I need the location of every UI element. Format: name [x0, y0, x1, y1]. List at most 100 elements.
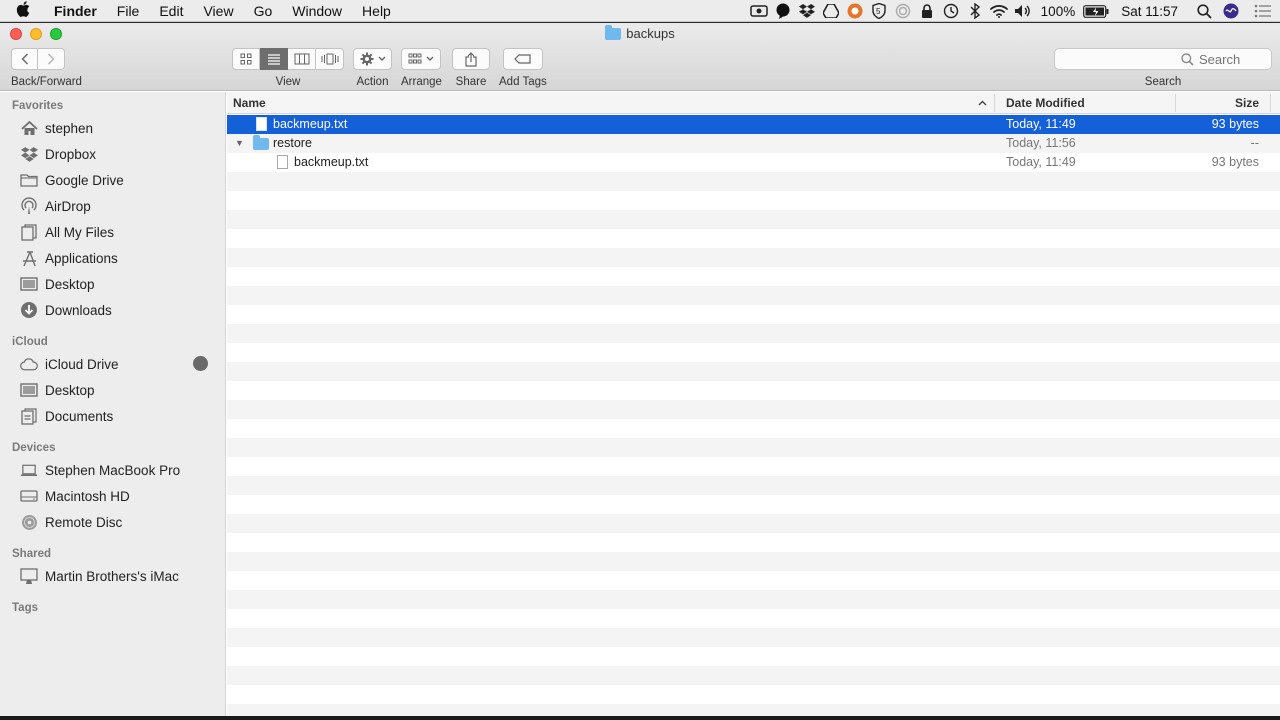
- sidebar-item-label: Martin Brothers's iMac: [45, 568, 179, 584]
- window-toolbar: backups Back/Forward View Action Arrange…: [0, 23, 1280, 91]
- action-button[interactable]: [353, 48, 392, 70]
- time-machine-icon[interactable]: [939, 0, 963, 22]
- sidebar-item-icloud-drive[interactable]: iCloud Drive: [20, 352, 220, 376]
- folder-name: restore: [273, 136, 312, 150]
- sidebar-item-label: AirDrop: [45, 198, 91, 214]
- file-name: backmeup.txt: [273, 117, 348, 131]
- share-icon: [465, 51, 477, 67]
- file-name: backmeup.txt: [294, 155, 369, 169]
- column-header-date[interactable]: Date Modified: [1006, 92, 1176, 114]
- sidebar: Favorites stephen Dropbox Google Drive A…: [0, 92, 226, 716]
- menu-view[interactable]: View: [193, 0, 243, 22]
- sidebar-item-airdrop[interactable]: AirDrop: [20, 194, 220, 218]
- sidebar-item-label: Downloads: [45, 302, 112, 318]
- sidebar-header-icloud: iCloud: [12, 336, 48, 348]
- bluetooth-icon[interactable]: [963, 0, 987, 22]
- cover-flow-button[interactable]: [316, 48, 344, 70]
- status-area: 5 100% Sat 11:57: [747, 0, 1280, 22]
- disclosure-triangle-icon[interactable]: ▼: [235, 134, 244, 153]
- back-button[interactable]: [11, 48, 38, 70]
- sidebar-item-label: Desktop: [45, 276, 95, 292]
- google-drive-menu-icon[interactable]: [819, 0, 843, 22]
- action-group: Action: [353, 48, 392, 88]
- chevron-left-icon: [20, 53, 28, 65]
- sidebar-item-all-my-files[interactable]: All My Files: [20, 220, 220, 244]
- chevron-down-icon: [378, 56, 385, 61]
- sidebar-item-documents[interactable]: Documents: [20, 404, 220, 428]
- clock[interactable]: Sat 11:57: [1111, 4, 1192, 19]
- sidebar-item-desktop[interactable]: Desktop: [20, 272, 220, 296]
- search-field[interactable]: [1054, 48, 1272, 70]
- sidebar-item-macintosh-hd[interactable]: Macintosh HD: [20, 484, 220, 508]
- sidebar-item-remote-disc[interactable]: Remote Disc: [20, 510, 220, 534]
- sidebar-item-icloud-desktop[interactable]: Desktop: [20, 378, 220, 402]
- table-row[interactable]: ▼ restore Today, 11:56 --: [227, 134, 1280, 153]
- column-header-size[interactable]: Size: [1177, 92, 1259, 114]
- sidebar-item-google-drive[interactable]: Google Drive: [20, 168, 220, 192]
- add-tags-button[interactable]: [502, 48, 543, 70]
- add-tags-label: Add Tags: [499, 76, 547, 88]
- app-menu-icon[interactable]: [843, 0, 867, 22]
- screen-recording-icon[interactable]: [747, 0, 771, 22]
- lock-icon[interactable]: [915, 0, 939, 22]
- search-input[interactable]: [1199, 51, 1257, 67]
- shield-menu-icon[interactable]: 5: [867, 0, 891, 22]
- sync-menu-icon[interactable]: [891, 0, 915, 22]
- list-rows: backmeup.txt Today, 11:49 93 bytes ▼ res…: [227, 115, 1280, 716]
- sidebar-item-label: Dropbox: [45, 146, 97, 162]
- sidebar-item-stephen[interactable]: stephen: [20, 116, 220, 140]
- svg-text:5: 5: [876, 7, 881, 16]
- table-row[interactable]: backmeup.txt Today, 11:49 93 bytes: [227, 153, 1280, 172]
- menu-help[interactable]: Help: [352, 0, 401, 22]
- search-icon: [1181, 52, 1194, 66]
- sidebar-item-macbook-pro[interactable]: Stephen MacBook Pro: [20, 458, 220, 482]
- desktop-icon: [20, 275, 38, 293]
- icon-view-button[interactable]: [232, 48, 260, 70]
- spotlight-search-icon[interactable]: [1192, 0, 1216, 22]
- list-view-button[interactable]: [260, 48, 288, 70]
- table-row[interactable]: backmeup.txt Today, 11:49 93 bytes: [227, 115, 1280, 134]
- share-button[interactable]: [452, 48, 490, 70]
- share-label: Share: [455, 76, 487, 88]
- menu-edit[interactable]: Edit: [149, 0, 193, 22]
- sidebar-item-label: Remote Disc: [45, 514, 123, 530]
- dropbox-menu-icon[interactable]: [795, 0, 819, 22]
- sidebar-item-applications[interactable]: Applications: [20, 246, 220, 270]
- list-header: Name Date Modified Size: [227, 92, 1280, 114]
- window-title: backups: [0, 24, 1280, 41]
- column-view-button[interactable]: [288, 48, 316, 70]
- column-date-label: Date Modified: [1006, 96, 1085, 110]
- sidebar-item-dropbox[interactable]: Dropbox: [20, 142, 220, 166]
- sidebar-item-martin-imac[interactable]: Martin Brothers's iMac: [20, 564, 220, 588]
- chevron-down-icon: [426, 56, 434, 61]
- menu-file[interactable]: File: [107, 0, 150, 22]
- menu-window[interactable]: Window: [282, 0, 352, 22]
- siri-icon[interactable]: [1216, 0, 1246, 22]
- sidebar-item-label: Applications: [45, 250, 118, 266]
- hard-drive-icon: [20, 487, 38, 505]
- back-forward-group: Back/Forward: [11, 48, 82, 88]
- desktop-icon: [20, 381, 38, 399]
- menu-go[interactable]: Go: [244, 0, 283, 22]
- volume-icon[interactable]: [1011, 0, 1035, 22]
- column-header-name[interactable]: Name: [233, 92, 993, 114]
- battery-icon[interactable]: [1081, 0, 1111, 22]
- forward-button[interactable]: [38, 48, 65, 70]
- apple-icon[interactable]: [0, 0, 46, 21]
- downloads-icon: [20, 301, 38, 319]
- column-separator: [1175, 94, 1176, 112]
- arrange-button[interactable]: [401, 48, 442, 70]
- column-separator: [1270, 94, 1271, 112]
- file-date: Today, 11:49: [1006, 117, 1076, 131]
- home-icon: [20, 119, 38, 137]
- menu-finder[interactable]: Finder: [46, 0, 107, 22]
- sidebar-item-label: Stephen MacBook Pro: [45, 462, 181, 478]
- sidebar-item-downloads[interactable]: Downloads: [20, 298, 220, 322]
- text-file-icon: [277, 155, 288, 169]
- notification-center-icon[interactable]: [1246, 0, 1280, 22]
- imac-icon: [20, 567, 38, 585]
- sidebar-item-label: Google Drive: [45, 172, 124, 188]
- wifi-icon[interactable]: [987, 0, 1011, 22]
- chat-bubble-icon[interactable]: [771, 0, 795, 22]
- airdrop-icon: [20, 197, 38, 215]
